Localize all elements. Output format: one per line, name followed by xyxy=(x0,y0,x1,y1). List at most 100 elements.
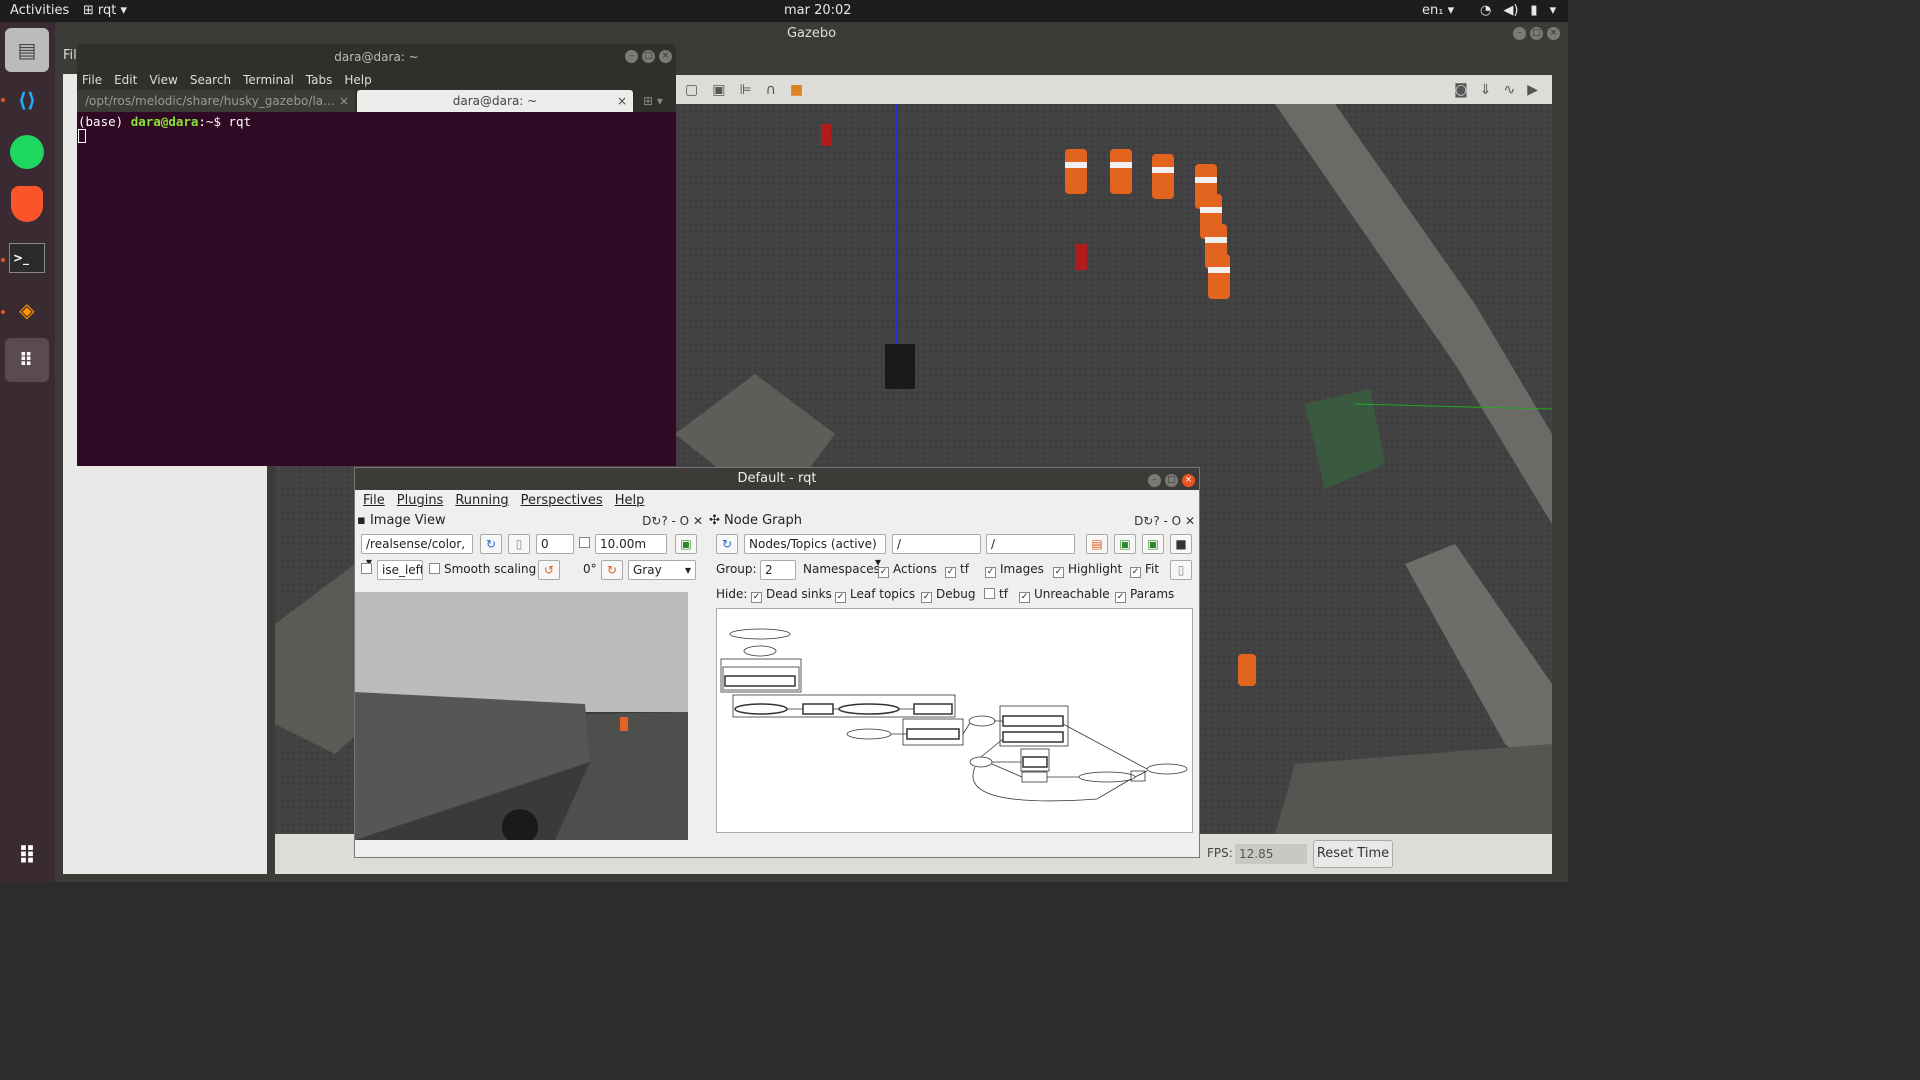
dock: ▤ ⟨⟩ >_ ◈ ⠿ ⠿ xyxy=(0,22,55,882)
terminal-icon[interactable]: >_ xyxy=(5,236,49,280)
terminal-tab-1[interactable]: /opt/ros/melodic/share/husky_gazebo/la..… xyxy=(77,90,355,112)
topic-filter-input[interactable]: / xyxy=(986,534,1075,554)
unreachable-checkbox[interactable]: ✓ Unreachable xyxy=(1019,585,1110,605)
gazebo-file-menu[interactable]: Fil xyxy=(63,48,77,63)
close-button[interactable]: × xyxy=(1182,474,1195,487)
menu-edit[interactable]: Edit xyxy=(114,70,137,90)
minimize-button[interactable]: – xyxy=(625,50,638,63)
leaf-topics-checkbox[interactable]: ✓ Leaf topics xyxy=(835,585,915,605)
maximize-button[interactable]: □ xyxy=(642,50,655,63)
sublime-icon[interactable]: ◈ xyxy=(5,288,49,332)
rotate-right-button[interactable]: ↻ xyxy=(601,560,623,580)
copy-button[interactable]: ▯ xyxy=(508,534,530,554)
group-spinbox[interactable]: 2 xyxy=(760,560,796,580)
new-tab-icon[interactable]: ⊞ ▾ xyxy=(635,90,671,112)
close-button[interactable]: × xyxy=(1547,27,1560,40)
menu-terminal[interactable]: Terminal xyxy=(243,70,294,90)
maximize-button[interactable]: □ xyxy=(1165,474,1178,487)
color-mode-select[interactable]: Gray ▾ xyxy=(628,560,696,580)
node-graph-canvas[interactable] xyxy=(716,608,1193,833)
dead-sinks-checkbox[interactable]: ✓ Dead sinks xyxy=(751,585,832,605)
menu-help[interactable]: Help xyxy=(344,70,371,90)
images-checkbox[interactable]: ✓ Images xyxy=(985,560,1044,580)
camera-image-content xyxy=(355,592,688,840)
color-mode-value: Gray xyxy=(633,563,662,577)
tf-hide-checkbox[interactable]: tf xyxy=(984,585,1008,605)
spotify-icon[interactable] xyxy=(5,130,49,174)
close-icon[interactable]: × xyxy=(339,90,349,112)
node-filter-input[interactable]: / xyxy=(892,534,981,554)
menu-plugins[interactable]: Plugins xyxy=(397,490,444,512)
pane-controls[interactable]: D↻? - O ✕ xyxy=(642,511,703,531)
terminal-line: (base) dara@dara:~$ rqt xyxy=(78,114,675,129)
fit-view-button[interactable]: ▯ xyxy=(1170,560,1192,580)
maximize-button[interactable]: □ xyxy=(1530,27,1543,40)
apps-grid-icon[interactable]: ⠿ xyxy=(5,338,49,382)
shape-icon[interactable]: ■ xyxy=(790,82,803,98)
smooth-scaling-checkbox[interactable]: Smooth scaling xyxy=(429,560,536,580)
copy-icon[interactable]: ▢ xyxy=(685,82,698,98)
menu-search[interactable]: Search xyxy=(190,70,231,90)
save-image-button[interactable]: ■ xyxy=(1170,534,1192,554)
files-icon[interactable]: ▤ xyxy=(5,28,49,72)
distance-spinbox[interactable]: 10.00m xyxy=(595,534,667,554)
topic2-input[interactable]: ise_left xyxy=(377,560,423,580)
debug-checkbox[interactable]: ✓ Debug xyxy=(921,585,975,605)
camera-icon[interactable]: ◙ xyxy=(1454,82,1468,98)
camera-image[interactable] xyxy=(355,592,688,840)
highlight-checkbox[interactable]: ✓ Highlight xyxy=(1053,560,1122,580)
terminal-output[interactable]: (base) dara@dara:~$ rqt xyxy=(77,112,676,466)
close-icon[interactable]: × xyxy=(617,90,627,112)
menu-tabs[interactable]: Tabs xyxy=(306,70,333,90)
save-image-button[interactable]: ▣ xyxy=(675,534,697,554)
topic-select[interactable]: /realsense/color, ▾ xyxy=(361,534,473,569)
menu-help[interactable]: Help xyxy=(615,490,645,512)
paste-icon[interactable]: ▣ xyxy=(712,82,725,98)
menu-running[interactable]: Running xyxy=(455,490,508,512)
terminal-window: dara@dara: ~ – □ × File Edit View Search… xyxy=(77,44,676,466)
video-icon[interactable]: ▶ xyxy=(1527,82,1538,98)
save-dot-button[interactable]: ▣ xyxy=(1114,534,1136,554)
close-button[interactable]: × xyxy=(659,50,672,63)
graph-mode-select[interactable]: Nodes/Topics (active) ▾ xyxy=(744,534,886,569)
fit-checkbox[interactable]: ✓ Fit xyxy=(1130,560,1159,580)
menu-file[interactable]: File xyxy=(363,490,385,512)
index-spinbox[interactable]: 0 xyxy=(536,534,574,554)
refresh-graph-button[interactable]: ↻ xyxy=(716,534,738,554)
topic2-checkbox[interactable] xyxy=(361,560,376,580)
brave-icon[interactable] xyxy=(5,182,49,226)
terminal-tab-2[interactable]: dara@dara: ~ × xyxy=(357,90,633,112)
rqt-titlebar[interactable]: Default - rqt – □ × xyxy=(355,468,1199,490)
minimize-button[interactable]: – xyxy=(1513,27,1526,40)
app-menu[interactable]: ⊞ rqt ▾ xyxy=(83,3,127,18)
pane-controls[interactable]: D↻? - O ✕ xyxy=(1134,511,1195,531)
snap-icon[interactable]: ∩ xyxy=(766,82,776,98)
images-label: Images xyxy=(1000,562,1044,576)
align-icon[interactable]: ⊫ xyxy=(739,82,751,98)
refresh-button[interactable]: ↻ xyxy=(480,534,502,554)
rotate-left-button[interactable]: ↺ xyxy=(538,560,560,580)
menu-file[interactable]: File xyxy=(82,70,102,90)
menu-view[interactable]: View xyxy=(149,70,177,90)
minimize-button[interactable]: – xyxy=(1148,474,1161,487)
distance-value: 10.00m xyxy=(600,537,647,551)
debug-label: Debug xyxy=(936,587,976,601)
tf-checkbox[interactable]: ✓ tf xyxy=(945,560,969,580)
actions-checkbox[interactable]: ✓ Actions xyxy=(878,560,937,580)
language-indicator[interactable]: en₁ ▾ xyxy=(1422,3,1454,18)
clock[interactable]: mar 20:02 xyxy=(784,3,852,18)
reset-time-button[interactable]: Reset Time xyxy=(1313,840,1393,868)
distance-checkbox[interactable] xyxy=(579,534,594,554)
vscode-icon[interactable]: ⟨⟩ xyxy=(5,78,49,122)
terminal-titlebar[interactable]: dara@dara: ~ – □ × xyxy=(77,44,676,70)
menu-perspectives[interactable]: Perspectives xyxy=(521,490,603,512)
plot-icon[interactable]: ∿ xyxy=(1503,82,1515,98)
params-checkbox[interactable]: ✓ Params xyxy=(1115,585,1174,605)
system-tray[interactable]: ◔ ◀) ▮ ▾ xyxy=(1480,3,1556,18)
activities-button[interactable]: Activities xyxy=(10,3,69,18)
volume-icon: ◀) xyxy=(1503,3,1519,18)
record-icon[interactable]: ⇓ xyxy=(1480,82,1492,98)
save-svg-button[interactable]: ▣ xyxy=(1142,534,1164,554)
show-applications-icon[interactable]: ⠿ xyxy=(5,834,49,878)
load-dot-button[interactable]: ▤ xyxy=(1086,534,1108,554)
